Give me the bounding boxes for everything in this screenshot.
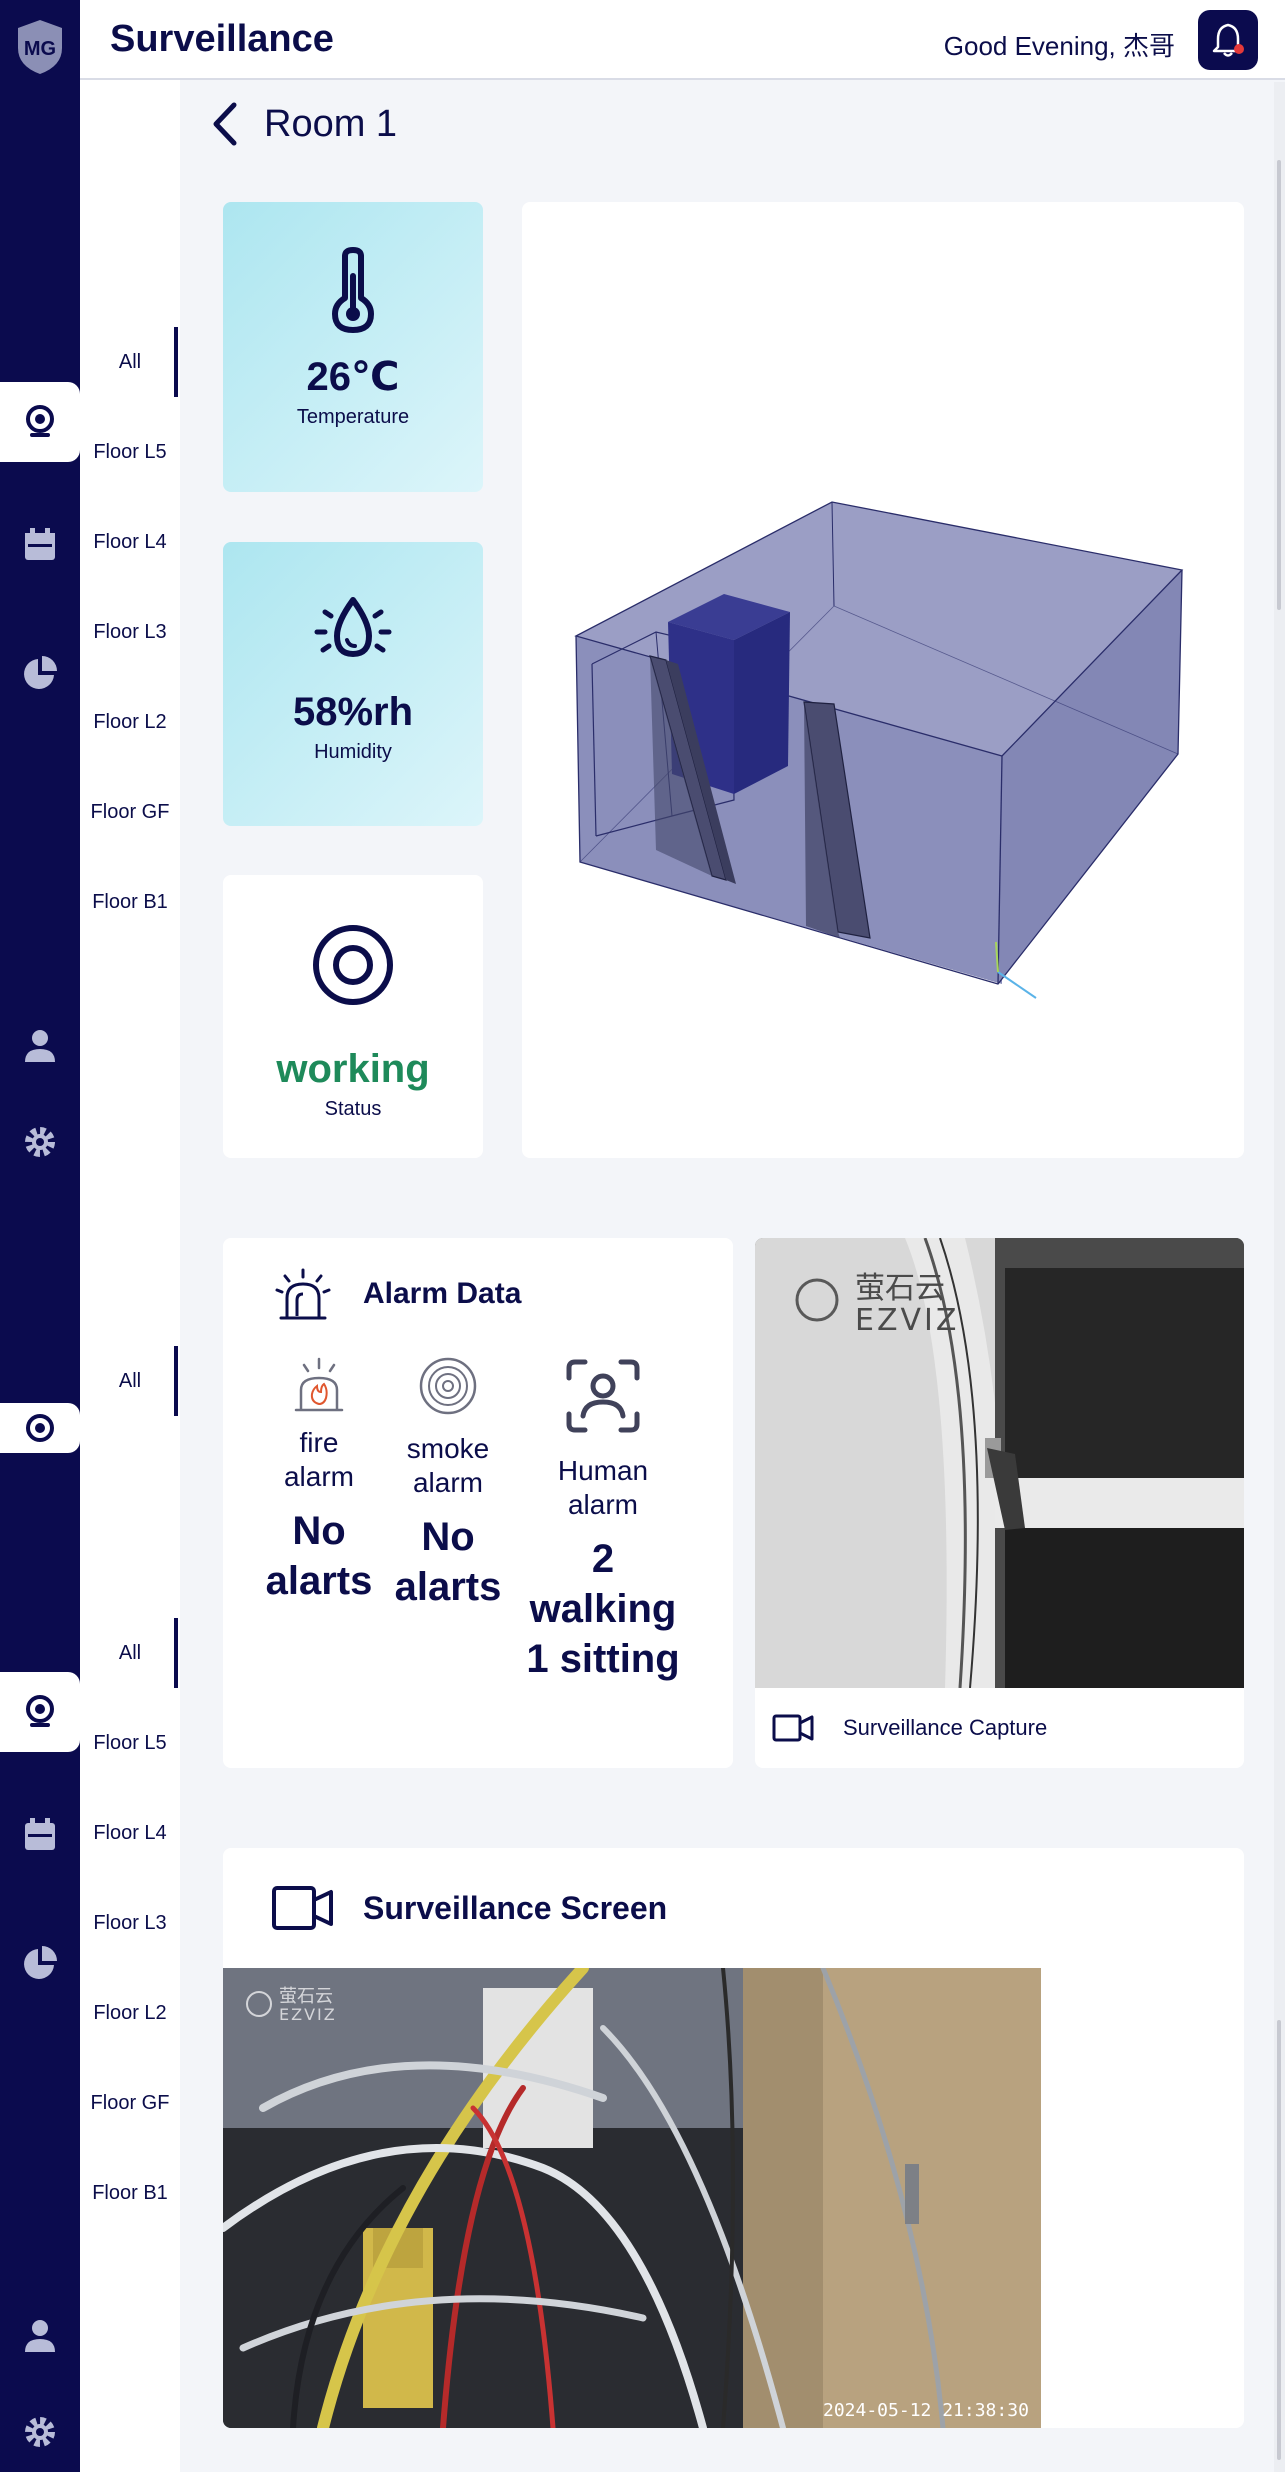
status-card: working Status — [223, 875, 483, 1158]
room-3d-model[interactable] — [522, 202, 1244, 1158]
pie-chart-icon — [24, 656, 57, 689]
scrollbar-thumb[interactable] — [1277, 160, 1281, 610]
humidity-value: 58%rh — [292, 690, 414, 734]
active-indicator — [174, 327, 178, 397]
status-ring-icon — [313, 925, 393, 1005]
greeting-text: Good Evening, 杰哥 — [943, 31, 1175, 61]
pie-chart-icon — [24, 1946, 57, 1979]
thermometer-icon — [332, 247, 374, 333]
sidebar-camera-button-3[interactable] — [0, 1672, 80, 1752]
back-arrow-icon[interactable] — [210, 101, 240, 147]
human-alarm-item: Human alarm 2 walking 1 sitting — [523, 1356, 683, 1684]
floor-item-b1[interactable]: Floor B1 — [80, 2173, 180, 2213]
sidebar-user-button-2[interactable] — [0, 2295, 80, 2375]
sidebar-settings-button-2[interactable] — [0, 2392, 80, 2472]
status-label: Status — [324, 1098, 382, 1120]
active-indicator — [174, 1346, 178, 1416]
humidity-label: Humidity — [314, 741, 392, 763]
alarm-data-title: Alarm Data — [363, 1277, 522, 1310]
status-value: working — [276, 1047, 430, 1091]
screen-watermark: 萤石云 — [279, 1986, 333, 2007]
app-title: Surveillance — [110, 18, 334, 60]
fire-alarm-item: fire alarm No alarts — [263, 1356, 375, 1606]
siren-icon — [275, 1268, 331, 1320]
user-icon — [25, 2320, 55, 2352]
floor-item-l5[interactable]: Floor L5 — [80, 1723, 180, 1763]
capture-label: Surveillance Capture — [843, 1715, 1048, 1740]
scrollbar-thumb[interactable] — [1277, 2020, 1281, 2460]
floor-item-gf[interactable]: Floor GF — [80, 792, 180, 832]
sidebar-settings-button[interactable] — [0, 1102, 80, 1182]
sidebar-rail: MG — [0, 0, 80, 2472]
floor-item-l3[interactable]: Floor L3 — [80, 612, 180, 652]
sidebar-camera-button[interactable] — [0, 382, 80, 462]
active-indicator — [174, 1618, 178, 1688]
floor-item-l4[interactable]: Floor L4 — [80, 1813, 180, 1853]
temperature-card: 26℃ Temperature — [223, 202, 483, 492]
sidebar-camera-button-2[interactable] — [0, 1403, 80, 1453]
surveillance-screen-title: Surveillance Screen — [363, 1890, 668, 1926]
svg-text:EZVIZ: EZVIZ — [279, 2005, 337, 2024]
room-title: Room 1 — [264, 102, 398, 145]
floor-item-l5[interactable]: Floor L5 — [80, 432, 180, 472]
floor-item-all[interactable]: All — [80, 342, 180, 382]
sidebar-chart-button[interactable] — [0, 633, 80, 713]
calendar-icon — [25, 1818, 55, 1850]
capture-image[interactable]: 萤石云 EZVIZ — [755, 1238, 1244, 1688]
notifications-button[interactable] — [1198, 10, 1258, 70]
surveillance-screen-card: Surveillance Screen 萤石云 EZVIZ 2024-05-12… — [223, 1848, 1244, 2428]
svg-text:MG: MG — [24, 38, 56, 60]
room-breadcrumb: Room 1 — [210, 96, 397, 152]
floor-item-all[interactable]: All — [80, 1361, 180, 1401]
floor-item-gf[interactable]: Floor GF — [80, 2083, 180, 2123]
video-camera-icon — [272, 1886, 333, 1930]
temperature-label: Temperature — [296, 406, 410, 428]
sidebar-chart-button-2[interactable] — [0, 1923, 80, 2003]
floor-item-l2[interactable]: Floor L2 — [80, 702, 180, 742]
user-icon — [25, 1030, 55, 1062]
fire-alarm-value: No alarts — [265, 1509, 373, 1603]
logo-icon: MG — [18, 20, 62, 74]
sidebar-user-button[interactable] — [0, 1005, 80, 1085]
sidebar-calendar-button-2[interactable] — [0, 1795, 80, 1875]
floor-item-l4[interactable]: Floor L4 — [80, 522, 180, 562]
camera-icon — [26, 1695, 54, 1727]
human-alarm-icon — [566, 1359, 640, 1433]
human-alarm-label: Human alarm — [557, 1455, 649, 1520]
svg-text:EZVIZ: EZVIZ — [855, 1303, 959, 1338]
floor-item-all[interactable]: All — [80, 1633, 180, 1673]
top-header: Surveillance Good Evening, 杰哥 — [80, 0, 1285, 80]
humidity-card: 58%rh Humidity — [223, 542, 483, 826]
gear-icon — [25, 1127, 55, 1157]
smoke-alarm-item: smoke alarm No alarts — [388, 1356, 508, 1612]
smoke-alarm-label: smoke alarm — [406, 1433, 490, 1498]
surveillance-capture-card: 萤石云 EZVIZ Surveillance Capture — [755, 1238, 1244, 1768]
alarm-data-card: Alarm Data fire alarm No alarts smoke alarm… — [223, 1238, 733, 1768]
humidity-icon — [314, 597, 392, 657]
video-timestamp: 2024-05-12 21:38:30 — [823, 2400, 1029, 2421]
gear-icon — [25, 2417, 55, 2447]
video-camera-icon — [772, 1714, 814, 1742]
calendar-icon — [25, 528, 55, 560]
fire-alarm-icon — [294, 1357, 344, 1412]
live-video-feed[interactable]: 萤石云 EZVIZ 2024-05-12 21:38:30 — [223, 1968, 1041, 2428]
room-3d-viewer[interactable] — [522, 202, 1244, 1158]
smoke-alarm-value: No alarts — [394, 1515, 502, 1609]
camera-icon — [26, 405, 54, 437]
temperature-value: 26℃ — [306, 355, 400, 399]
smoke-alarm-icon — [419, 1357, 477, 1415]
sidebar-calendar-button[interactable] — [0, 505, 80, 585]
bell-icon — [1212, 23, 1244, 57]
floor-item-l3[interactable]: Floor L3 — [80, 1903, 180, 1943]
camera-icon — [26, 1414, 54, 1442]
fire-alarm-label: fire alarm — [283, 1427, 354, 1492]
human-alarm-value: 2 walking 1 sitting — [526, 1537, 680, 1681]
capture-watermark: 萤石云 — [855, 1271, 945, 1306]
floor-item-b1[interactable]: Floor B1 — [80, 882, 180, 922]
floor-item-l2[interactable]: Floor L2 — [80, 1993, 180, 2033]
